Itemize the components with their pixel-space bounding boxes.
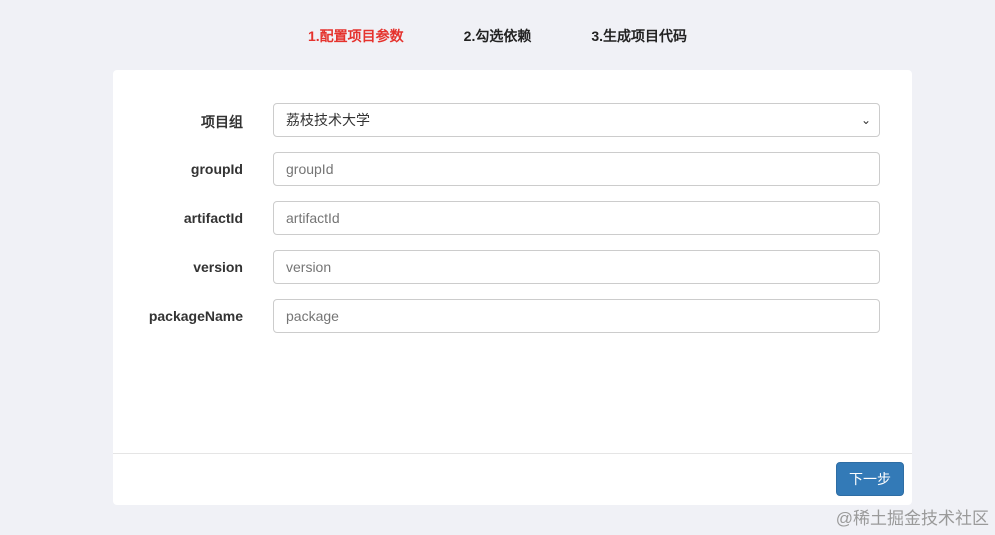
step-generate[interactable]: 3.生成项目代码	[591, 26, 687, 46]
row-artifactid: artifactId	[113, 201, 912, 235]
label-packagename: packageName	[148, 308, 243, 324]
version-input[interactable]	[273, 250, 880, 284]
chevron-down-icon: ⌄	[860, 113, 871, 127]
footer-divider	[113, 453, 912, 454]
label-version: version	[193, 259, 243, 275]
label-project-group: 项目组	[201, 114, 243, 130]
form-card: 项目组 荔枝技术大学 ⌄ groupId artifactId version …	[113, 70, 912, 505]
next-button[interactable]: 下一步	[836, 462, 904, 496]
row-packagename: packageName	[113, 299, 912, 333]
project-group-select[interactable]: 荔枝技术大学 ⌄	[273, 103, 880, 137]
groupid-input[interactable]	[273, 152, 880, 186]
row-project-group: 项目组 荔枝技术大学 ⌄	[113, 103, 912, 137]
label-groupid: groupId	[190, 161, 243, 177]
artifactid-input[interactable]	[273, 201, 880, 235]
step-dependencies[interactable]: 2.勾选依赖	[464, 26, 532, 46]
selected-value: 荔枝技术大学	[286, 112, 370, 128]
row-groupid: groupId	[113, 152, 912, 186]
packagename-input[interactable]	[273, 299, 880, 333]
step-configure[interactable]: 1.配置项目参数	[308, 26, 404, 46]
step-indicator: 1.配置项目参数 2.勾选依赖 3.生成项目代码	[0, 26, 995, 46]
label-artifactid: artifactId	[183, 210, 243, 226]
watermark: @稀土掘金技术社区	[835, 509, 989, 528]
row-version: version	[113, 250, 912, 284]
